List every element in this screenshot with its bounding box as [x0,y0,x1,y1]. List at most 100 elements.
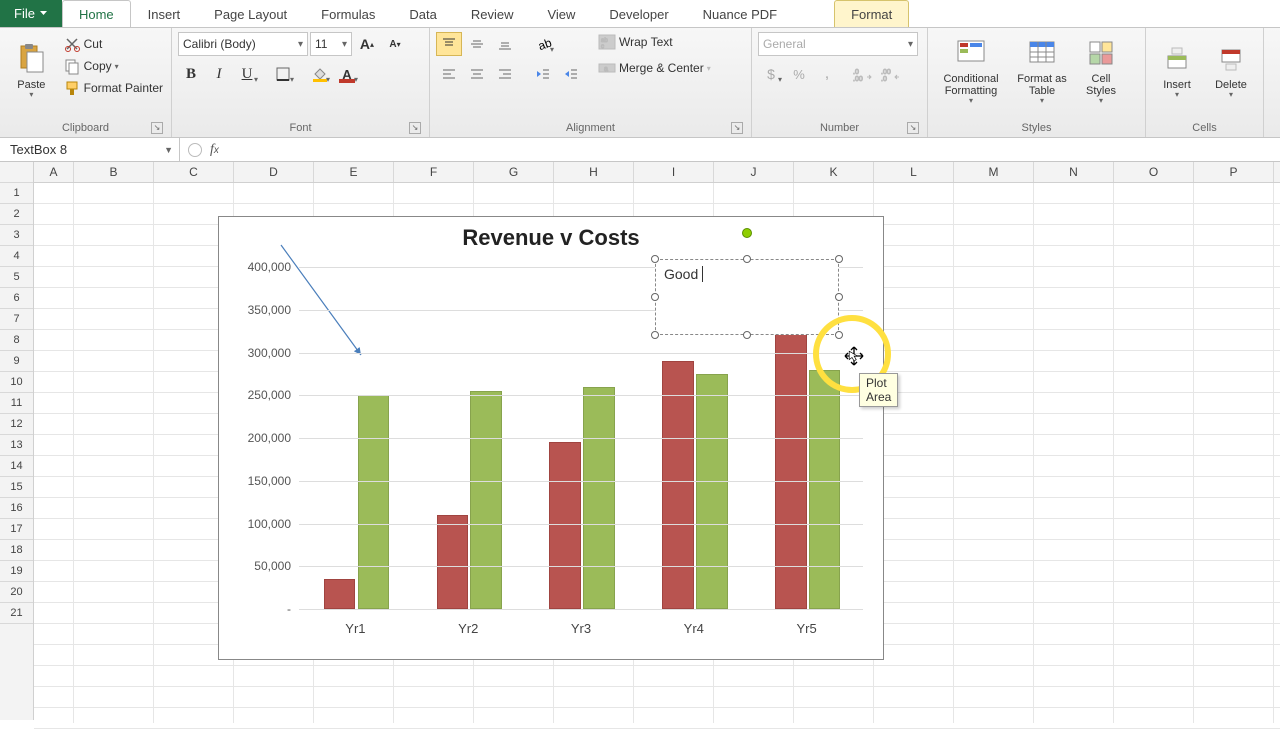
name-box-dropdown-icon[interactable]: ▼ [164,145,179,155]
alignment-dialog-launcher[interactable]: ↘ [731,122,743,134]
worksheet-grid[interactable]: 123456789101112131415161718192021 ABCDEF… [0,162,1280,720]
tab-view[interactable]: View [530,0,592,27]
row-header[interactable]: 21 [0,603,33,624]
comma-button[interactable]: , [814,62,840,86]
border-button[interactable] [270,62,296,86]
name-box[interactable]: TextBox 8 ▼ [0,138,180,161]
bar-costs-yr3[interactable] [583,387,615,609]
column-header[interactable]: M [954,162,1034,182]
cell-styles-button[interactable]: Cell Styles▾ [1076,32,1126,110]
decrease-indent-button[interactable] [530,62,556,86]
bar-revenue-yr1[interactable] [324,579,356,609]
row-header[interactable]: 3 [0,225,33,246]
column-headers[interactable]: ABCDEFGHIJKLMNOP [34,162,1280,183]
resize-handle-e[interactable] [835,293,843,301]
align-right-button[interactable] [492,62,518,86]
row-header[interactable]: 2 [0,204,33,225]
bold-button[interactable]: B [178,62,204,86]
resize-handle-s[interactable] [743,331,751,339]
bar-costs-yr2[interactable] [470,391,502,609]
bar-costs-yr5[interactable] [809,370,841,609]
bar-revenue-yr3[interactable] [549,442,581,609]
cells-area[interactable]: Revenue v Costs -50,000100,000150,000200… [34,183,1280,723]
column-header[interactable]: L [874,162,954,182]
tab-page-layout[interactable]: Page Layout [197,0,304,27]
increase-decimal-button[interactable]: .0.00 [850,62,876,86]
cancel-formula-icon[interactable] [188,143,202,157]
resize-handle-ne[interactable] [835,255,843,263]
tab-format-context[interactable]: Format [834,0,909,27]
row-header[interactable]: 7 [0,309,33,330]
shrink-font-button[interactable]: A▾ [382,32,408,56]
number-dialog-launcher[interactable]: ↘ [907,122,919,134]
column-header[interactable]: N [1034,162,1114,182]
column-header[interactable]: I [634,162,714,182]
resize-handle-nw[interactable] [651,255,659,263]
tab-home[interactable]: Home [62,0,131,27]
resize-handle-se[interactable] [835,331,843,339]
row-header[interactable]: 14 [0,456,33,477]
row-header[interactable]: 20 [0,582,33,603]
tab-formulas[interactable]: Formulas [304,0,392,27]
align-top-button[interactable] [436,32,462,56]
column-header[interactable]: O [1114,162,1194,182]
column-header[interactable]: F [394,162,474,182]
column-header[interactable]: D [234,162,314,182]
decrease-decimal-button[interactable]: .00.0 [878,62,904,86]
column-header[interactable]: E [314,162,394,182]
format-as-table-button[interactable]: Format as Table▾ [1012,32,1072,110]
number-format-select[interactable]: General▾ [758,32,918,56]
row-header[interactable]: 9 [0,351,33,372]
row-header[interactable]: 15 [0,477,33,498]
column-header[interactable]: P [1194,162,1274,182]
font-color-button[interactable]: A [334,62,360,86]
cut-button[interactable]: Cut [61,34,165,54]
fx-icon[interactable]: fx [210,142,219,158]
column-header[interactable]: H [554,162,634,182]
row-header[interactable]: 12 [0,414,33,435]
font-dialog-launcher[interactable]: ↘ [409,122,421,134]
row-header[interactable]: 13 [0,435,33,456]
row-header[interactable]: 18 [0,540,33,561]
grow-font-button[interactable]: A▴ [354,32,380,56]
chart-textbox[interactable]: Good [655,259,839,335]
bar-costs-yr4[interactable] [696,374,728,609]
row-header[interactable]: 10 [0,372,33,393]
conditional-formatting-button[interactable]: Conditional Formatting▾ [934,32,1008,110]
percent-button[interactable]: % [786,62,812,86]
row-header[interactable]: 11 [0,393,33,414]
orientation-button[interactable]: ab [530,32,556,56]
resize-handle-sw[interactable] [651,331,659,339]
tab-nuance-pdf[interactable]: Nuance PDF [686,0,794,27]
resize-handle-n[interactable] [743,255,751,263]
column-header[interactable]: C [154,162,234,182]
x-axis[interactable]: Yr1Yr2Yr3Yr4Yr5 [299,621,863,641]
font-size-select[interactable]: 11▾ [310,32,352,56]
merge-center-button[interactable]: a Merge & Center ▾ [596,58,713,78]
align-center-button[interactable] [464,62,490,86]
resize-handle-w[interactable] [651,293,659,301]
row-headers[interactable]: 123456789101112131415161718192021 [0,162,34,720]
copy-button[interactable]: Copy ▾ [61,56,165,76]
italic-button[interactable]: I [206,62,232,86]
column-header[interactable]: B [74,162,154,182]
bar-revenue-yr4[interactable] [662,361,694,609]
y-axis[interactable]: -50,000100,000150,000200,000250,000300,0… [239,267,295,609]
column-header[interactable]: G [474,162,554,182]
row-header[interactable]: 17 [0,519,33,540]
fill-color-button[interactable] [306,62,332,86]
select-all-corner[interactable] [0,162,33,183]
tab-developer[interactable]: Developer [592,0,685,27]
delete-cells-button[interactable]: Delete▾ [1206,32,1256,110]
row-header[interactable]: 19 [0,561,33,582]
row-header[interactable]: 6 [0,288,33,309]
column-header[interactable]: A [34,162,74,182]
row-header[interactable]: 1 [0,183,33,204]
paste-button[interactable]: Paste ▾ [6,32,57,110]
column-header[interactable]: K [794,162,874,182]
embedded-chart[interactable]: Revenue v Costs -50,000100,000150,000200… [218,216,884,660]
clipboard-dialog-launcher[interactable]: ↘ [151,122,163,134]
tab-data[interactable]: Data [392,0,453,27]
rotate-handle[interactable] [742,228,752,238]
row-header[interactable]: 4 [0,246,33,267]
